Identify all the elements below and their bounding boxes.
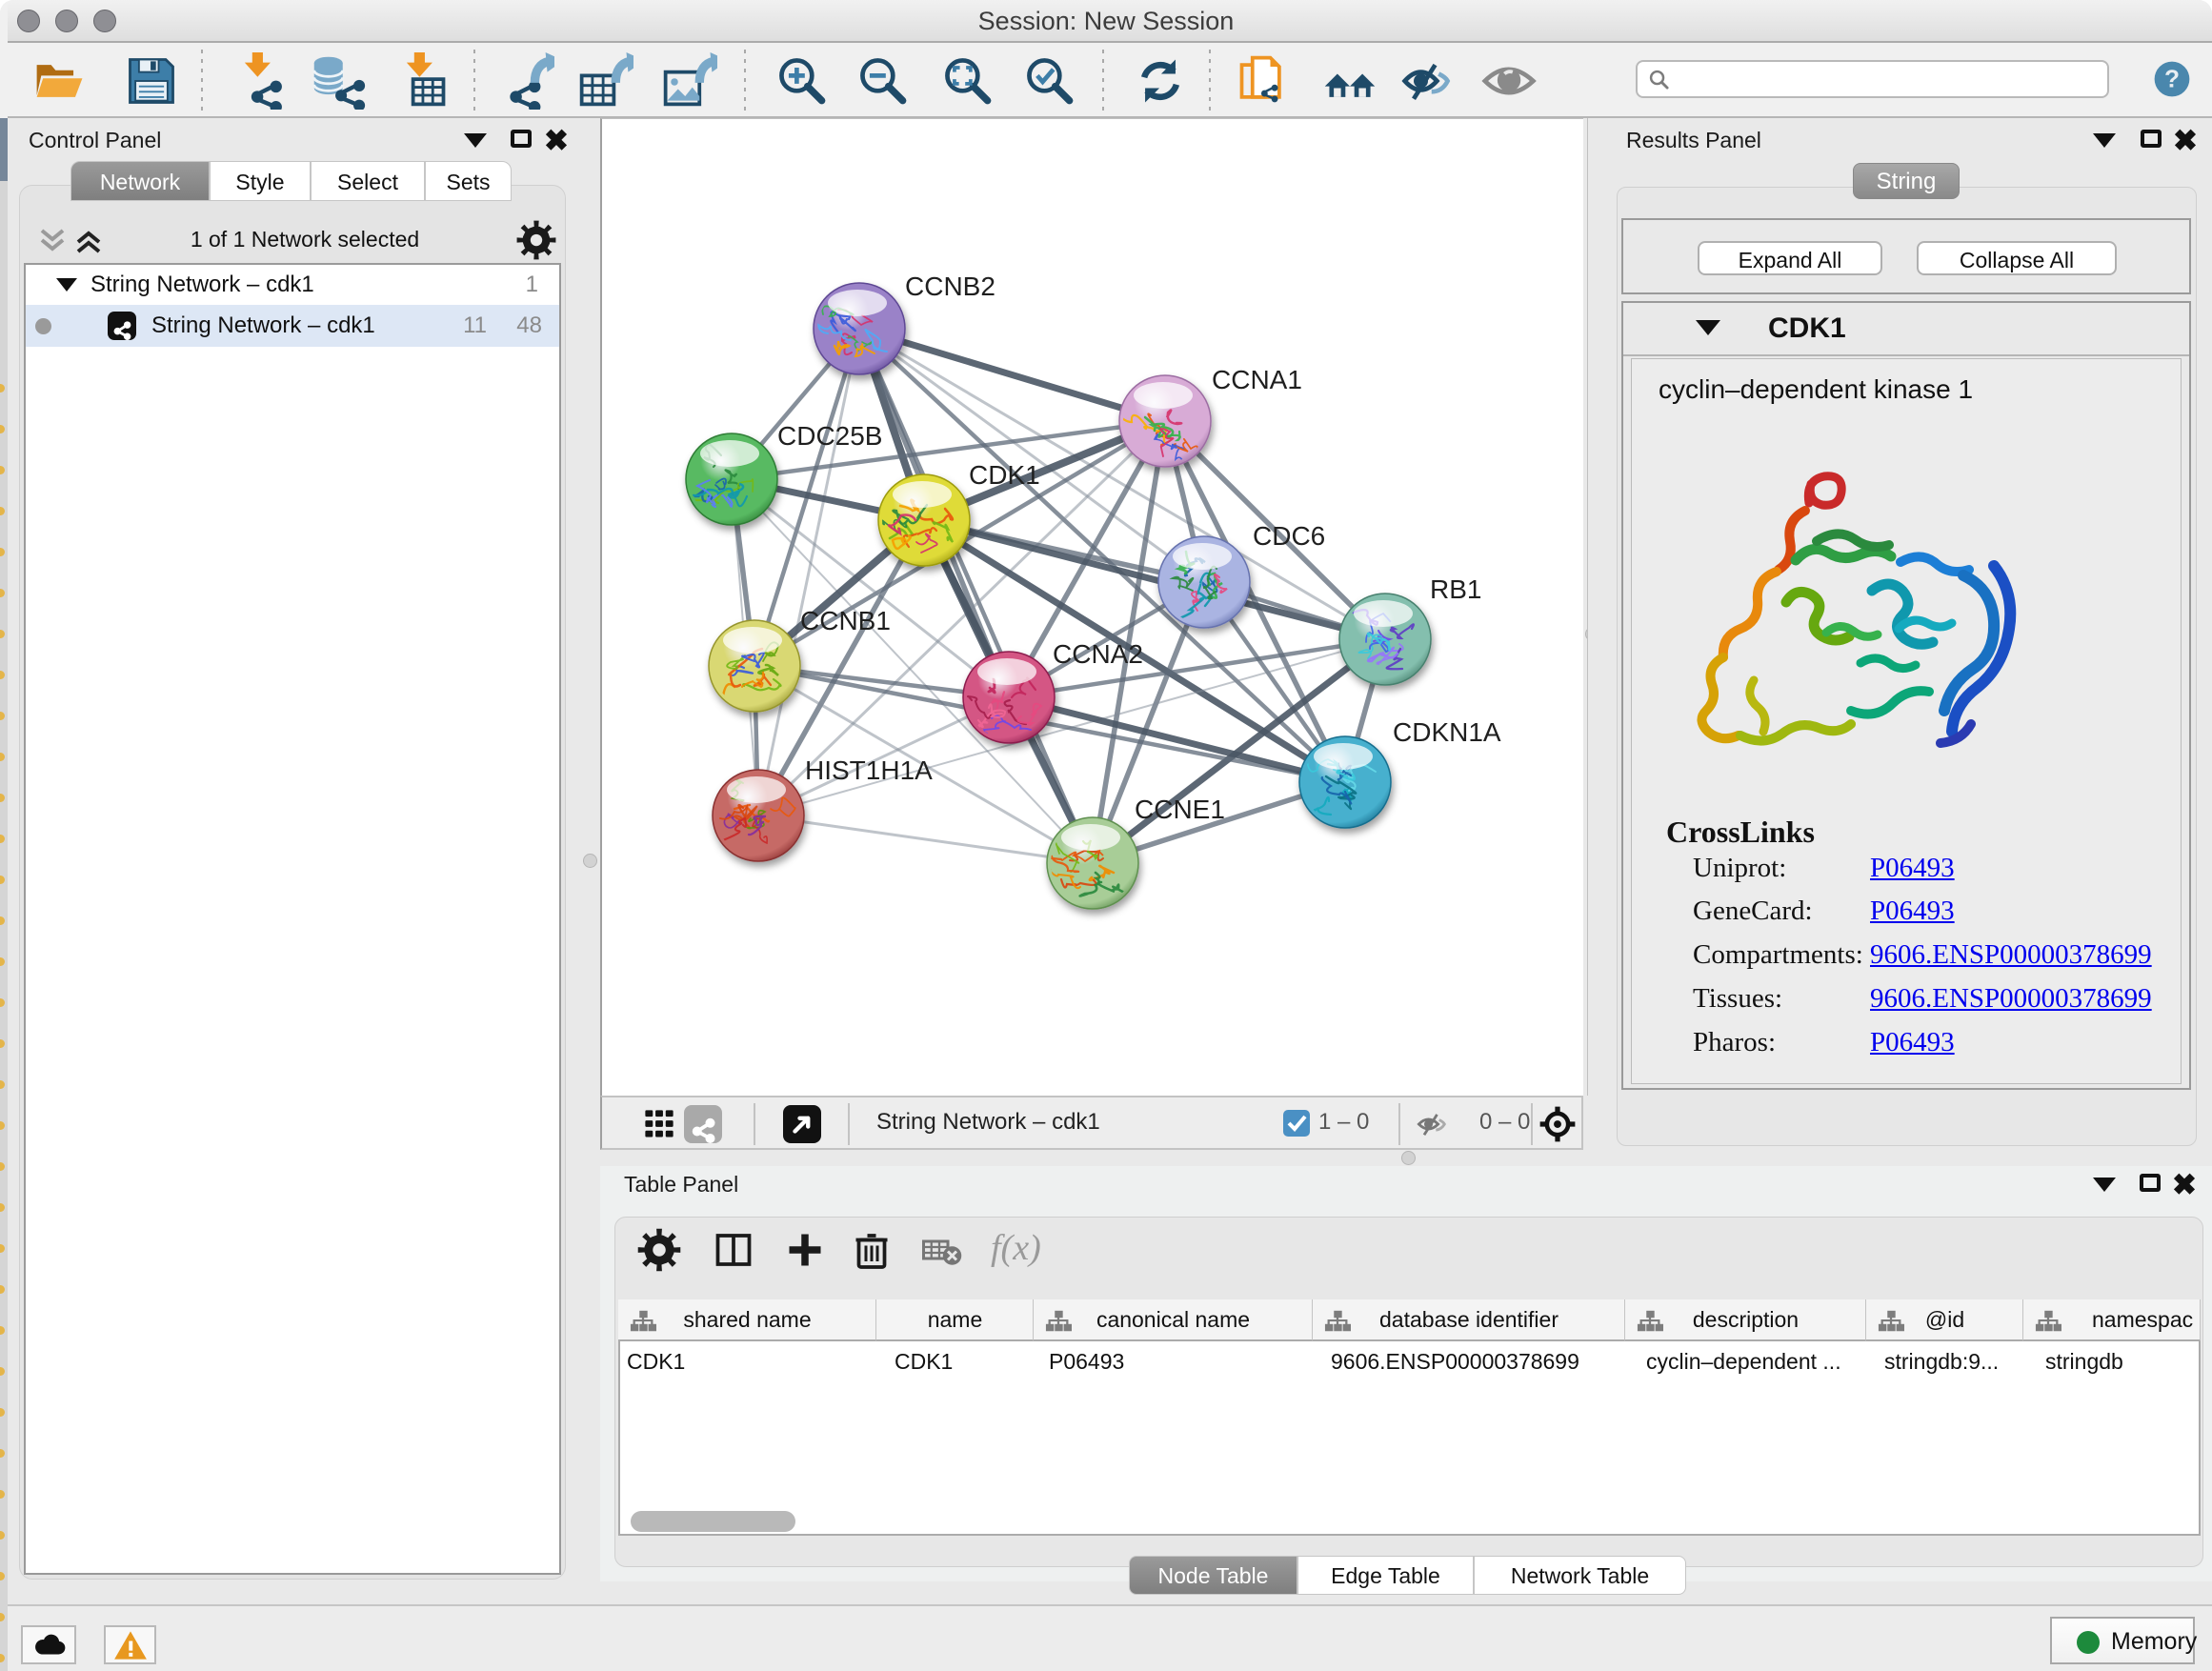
svg-text:RB1: RB1 (1430, 574, 1481, 604)
svg-text:CDC6: CDC6 (1253, 521, 1325, 551)
svg-text:HIST1H1A: HIST1H1A (805, 755, 933, 785)
svg-text:?: ? (2164, 65, 2180, 93)
svg-text:CDKN1A: CDKN1A (1393, 717, 1501, 747)
svg-text:CCNB2: CCNB2 (905, 272, 995, 301)
svg-text:CCNB1: CCNB1 (800, 606, 891, 635)
svg-text:CCNA1: CCNA1 (1212, 365, 1302, 394)
svg-text:CDC25B: CDC25B (777, 421, 882, 451)
svg-text:CCNA2: CCNA2 (1053, 639, 1143, 669)
svg-text:CDK1: CDK1 (969, 460, 1040, 490)
svg-text:CCNE1: CCNE1 (1135, 795, 1225, 824)
